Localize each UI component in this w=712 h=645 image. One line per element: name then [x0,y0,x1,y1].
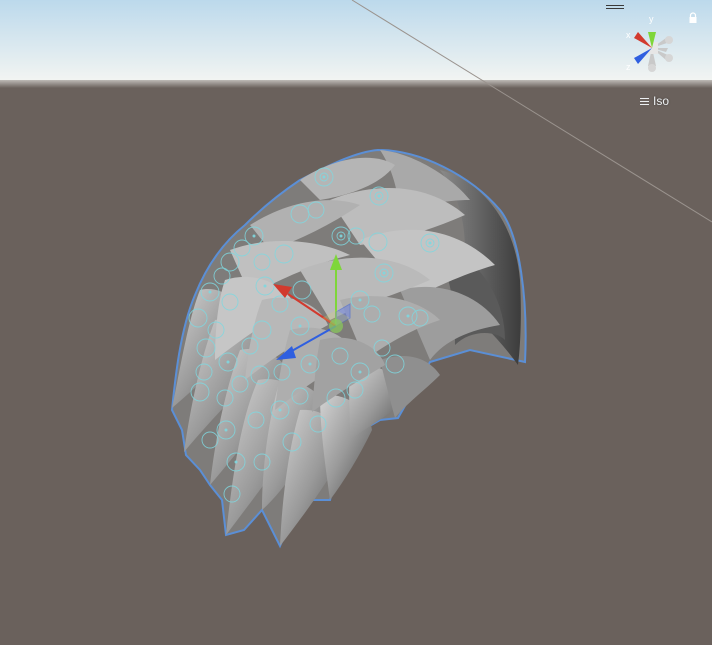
scene-canvas[interactable] [0,0,712,645]
orientation-gizmo[interactable]: y x z [616,12,688,84]
projection-toggle[interactable]: Iso [640,93,669,109]
gizmo-y-label: y [649,14,654,24]
projection-label: Iso [653,94,670,108]
gizmo-x-label: x [626,30,631,40]
center-handle[interactable] [329,319,343,333]
gizmo-z-label: z [626,62,631,72]
scene-viewport[interactable]: y x z Iso [0,0,712,645]
overlay-menu-handle[interactable] [606,3,624,11]
sky-backdrop [0,0,712,80]
hamburger-icon [640,96,649,107]
lock-icon[interactable] [688,12,698,24]
horizon-band [0,80,712,88]
